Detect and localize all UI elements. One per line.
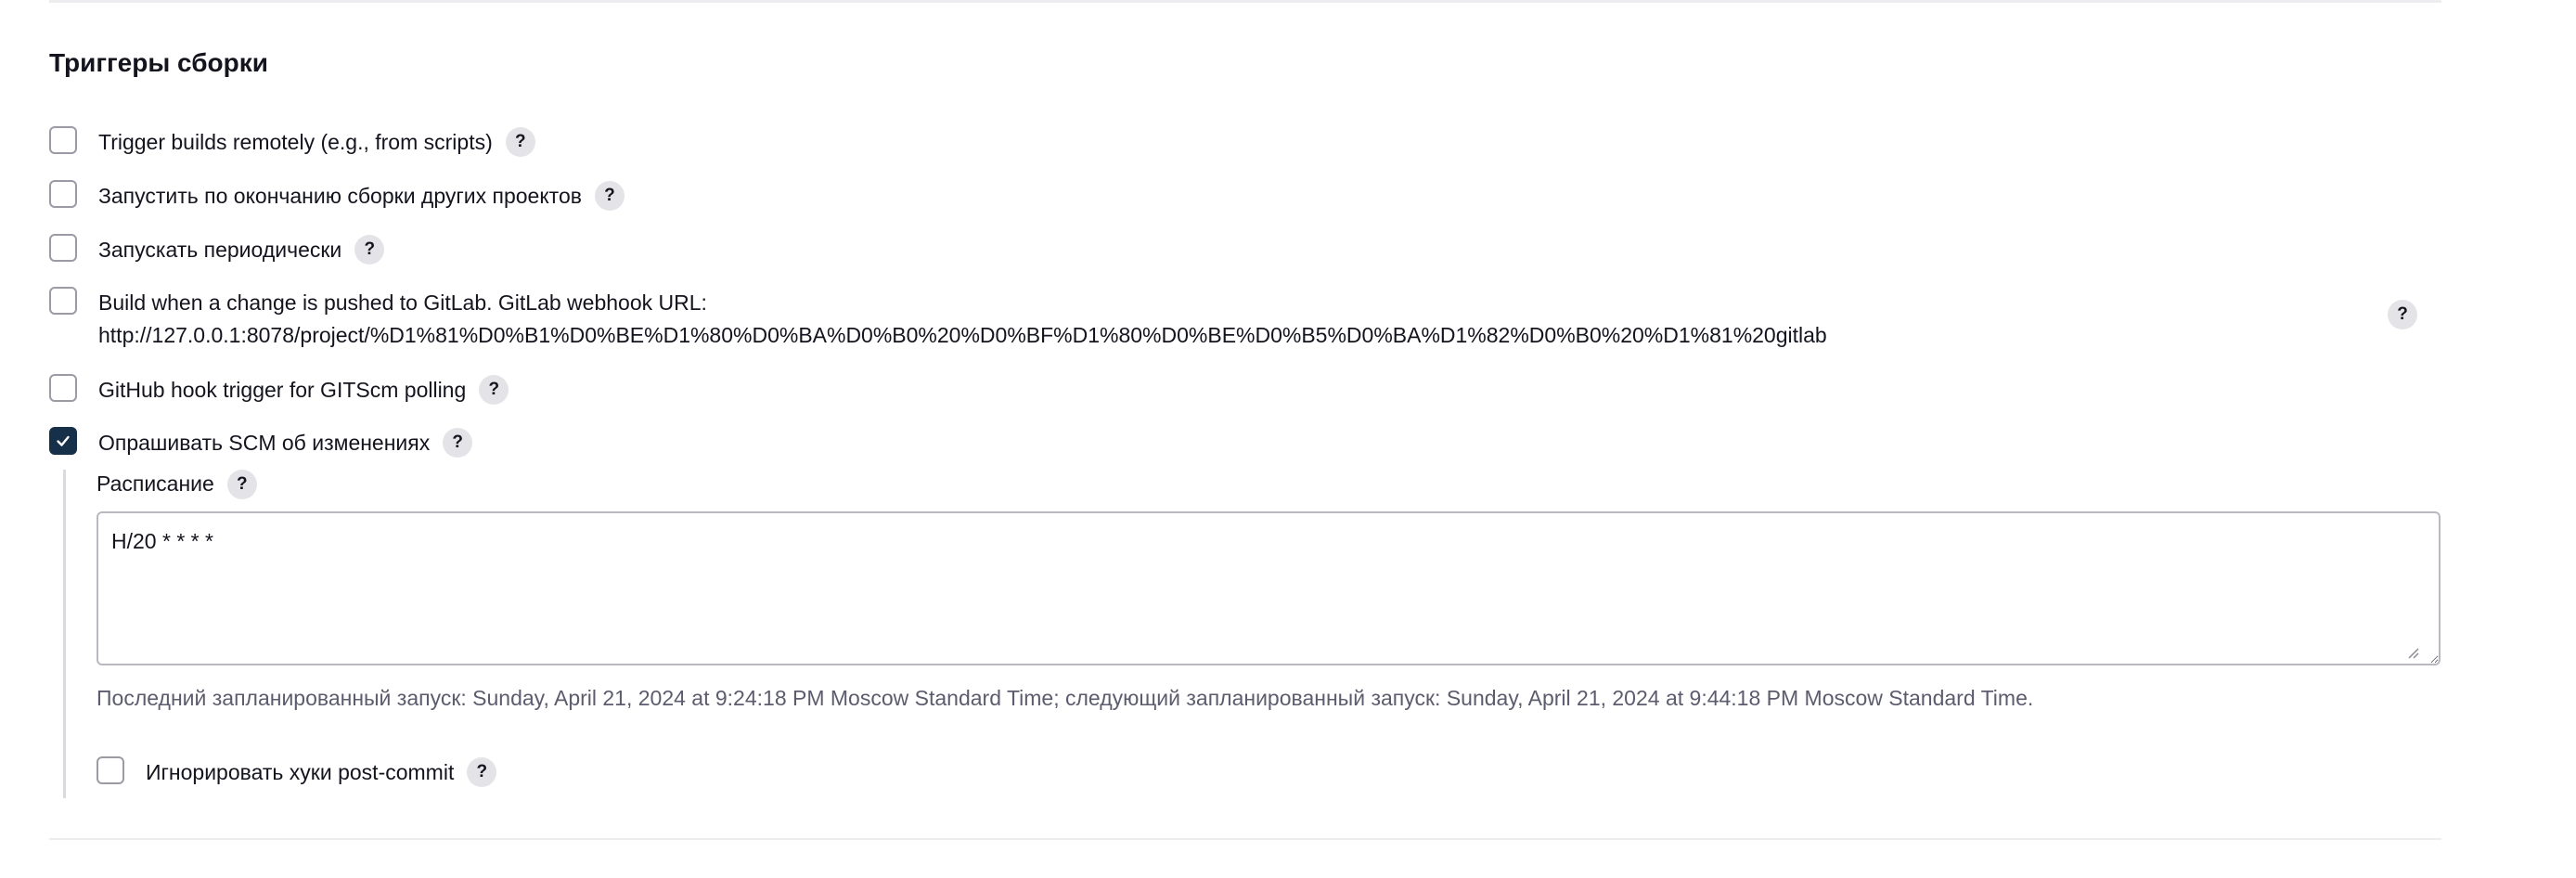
resize-grip-icon[interactable] — [2406, 646, 2419, 659]
top-divider — [49, 0, 2441, 3]
trigger-poll-scm-label[interactable]: Опрашивать SCM об изменениях — [98, 427, 430, 459]
help-icon[interactable]: ? — [443, 428, 473, 458]
trigger-remote-checkbox[interactable] — [49, 126, 77, 154]
trigger-row-remote: Trigger builds remotely (e.g., from scri… — [49, 126, 535, 159]
trigger-periodic-checkbox[interactable] — [49, 234, 77, 262]
gitlab-webhook-url: http://127.0.0.1:8078/project/%D1%81%D0%… — [98, 323, 1827, 347]
check-icon — [57, 435, 70, 446]
bottom-divider — [49, 838, 2441, 840]
schedule-label-row: Расписание ? — [97, 468, 257, 500]
ignore-post-commit-label[interactable]: Игнорировать хуки post-commit — [146, 756, 454, 789]
ignore-post-commit-row: Игнорировать хуки post-commit ? — [97, 756, 497, 789]
trigger-row-poll-scm: Опрашивать SCM об изменениях ? — [49, 427, 473, 459]
trigger-remote-label[interactable]: Trigger builds remotely (e.g., from scri… — [98, 126, 493, 159]
help-icon[interactable]: ? — [467, 757, 497, 787]
schedule-info-text: Последний запланированный запуск: Sunday… — [97, 686, 2034, 710]
trigger-gitlab-checkbox[interactable] — [49, 287, 77, 315]
schedule-input[interactable] — [97, 511, 2441, 665]
help-icon[interactable]: ? — [479, 375, 509, 405]
trigger-periodic-label[interactable]: Запускать периодически — [98, 234, 341, 266]
trigger-poll-scm-checkbox[interactable] — [49, 427, 77, 455]
help-icon[interactable]: ? — [594, 181, 625, 211]
trigger-after-other-projects-checkbox[interactable] — [49, 180, 77, 208]
trigger-github-hook-label[interactable]: GitHub hook trigger for GITScm polling — [98, 374, 466, 407]
trigger-gitlab-label[interactable]: Build when a change is pushed to GitLab.… — [98, 287, 1827, 352]
section-title: Триггеры сборки — [49, 48, 268, 77]
nested-section-rule — [63, 470, 66, 798]
trigger-github-hook-checkbox[interactable] — [49, 374, 77, 402]
trigger-row-periodic: Запускать периодически ? — [49, 234, 385, 266]
trigger-after-other-projects-label[interactable]: Запустить по окончанию сборки других про… — [98, 180, 582, 213]
build-triggers-page: Триггеры сборки Trigger builds remotely … — [0, 0, 2576, 878]
help-icon[interactable]: ? — [2388, 300, 2417, 329]
trigger-row-after-other-projects: Запустить по окончанию сборки других про… — [49, 180, 625, 213]
trigger-row-github-hook: GitHub hook trigger for GITScm polling ? — [49, 374, 509, 407]
trigger-gitlab-label-line1: Build when a change is pushed to GitLab.… — [98, 291, 707, 315]
schedule-label: Расписание — [97, 471, 214, 496]
help-icon[interactable]: ? — [226, 469, 257, 499]
help-icon[interactable]: ? — [354, 235, 385, 265]
trigger-row-gitlab: Build when a change is pushed to GitLab.… — [49, 287, 1827, 352]
help-icon[interactable]: ? — [505, 127, 535, 157]
ignore-post-commit-checkbox[interactable] — [97, 756, 124, 784]
